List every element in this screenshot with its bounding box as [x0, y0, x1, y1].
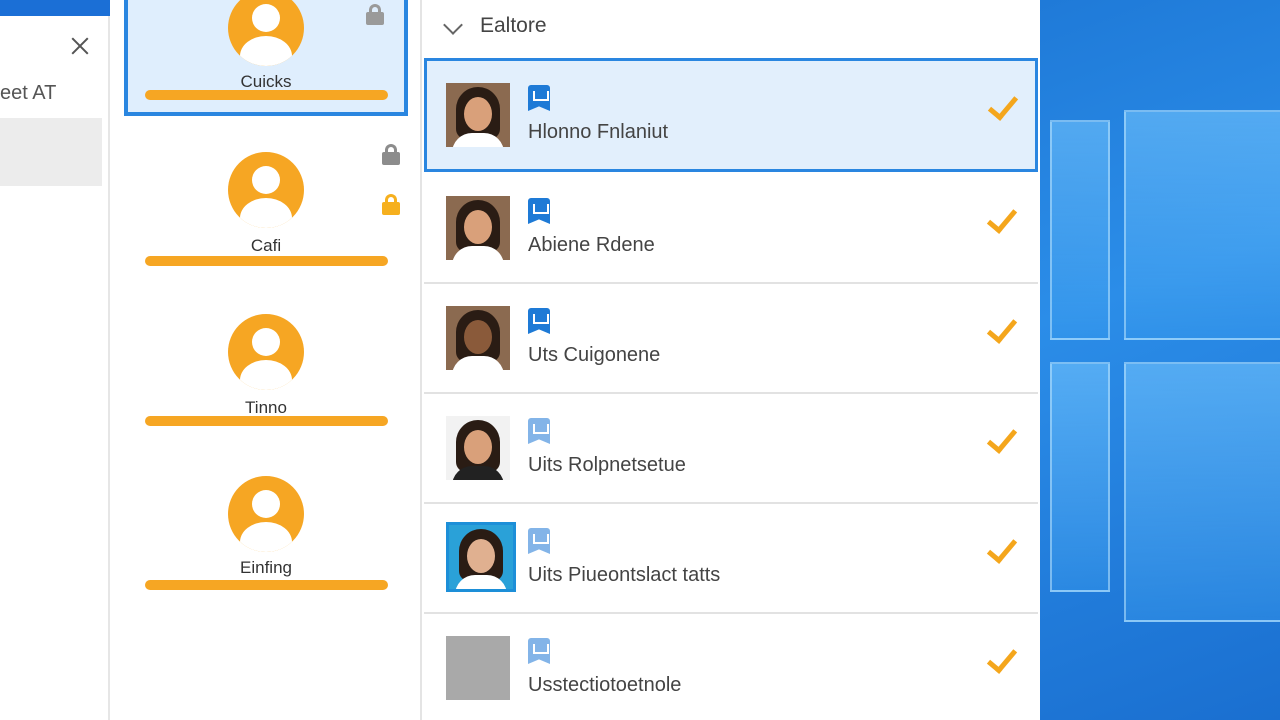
account-progress-bar — [145, 580, 388, 590]
contact-photo — [446, 416, 510, 480]
account-tile[interactable]: Einfing — [124, 476, 408, 596]
contact-name: Uits Piueontslact tatts — [528, 564, 721, 586]
default-avatar-icon — [228, 314, 304, 390]
contact-photo — [446, 196, 510, 260]
checkmark-icon — [987, 89, 1019, 121]
placeholder-photo — [446, 636, 510, 700]
checkmark-icon — [986, 422, 1018, 454]
account-progress-bar — [145, 416, 388, 426]
account-tile[interactable]: Tinno — [124, 314, 408, 434]
contact-list-panel: Ealtore Hlonno Fnlaniut Abiene Rdene Uts… — [422, 0, 1040, 720]
wallpaper-window-pane — [1124, 362, 1280, 622]
lock-icon — [366, 4, 384, 25]
list-item[interactable]: Usstectiotoetnole — [424, 614, 1038, 720]
account-badge-icon — [528, 198, 550, 224]
contact-name: Uits Rolpnetsetue — [528, 454, 686, 476]
contact-photo — [446, 522, 516, 592]
contact-photo — [446, 83, 510, 147]
account-badge-icon — [528, 85, 550, 111]
left-title-bar — [0, 0, 110, 16]
account-tile[interactable]: Cafi — [124, 144, 408, 272]
wallpaper-window-pane — [1124, 110, 1280, 340]
list-item[interactable]: Uts Cuigonene — [424, 284, 1038, 394]
list-title: Ealtore — [480, 14, 547, 37]
account-name: Tinno — [245, 398, 287, 417]
account-badge-icon — [528, 638, 550, 664]
chevron-down-icon — [443, 15, 463, 35]
list-item[interactable]: Uits Piueontslact tatts — [424, 504, 1038, 614]
contact-name: Uts Cuigonene — [528, 344, 661, 366]
desktop-wallpaper — [1040, 0, 1280, 720]
left-panel-label: eet AT — [0, 82, 57, 104]
contact-name: Usstectiotoetnole — [528, 674, 682, 696]
account-name: Einfing — [240, 558, 292, 577]
contact-name: Abiene Rdene — [528, 234, 655, 256]
default-avatar-icon — [228, 0, 304, 66]
list-item[interactable]: Hlonno Fnlaniut — [424, 58, 1038, 172]
contact-photo — [446, 306, 510, 370]
account-badge-icon — [528, 418, 550, 444]
list-item[interactable]: Abiene Rdene — [424, 174, 1038, 284]
lock-icon — [382, 144, 400, 165]
close-button[interactable] — [66, 32, 96, 62]
default-avatar-icon — [228, 476, 304, 552]
account-progress-bar — [145, 90, 388, 100]
account-name: Cuicks — [240, 72, 292, 91]
checkmark-icon — [986, 642, 1018, 674]
account-name: Cafi — [250, 236, 282, 255]
list-header[interactable]: Ealtore — [422, 0, 1040, 56]
default-avatar-icon — [228, 152, 304, 228]
wallpaper-window-pane — [1050, 120, 1110, 340]
checkmark-icon — [986, 312, 1018, 344]
lock-icon — [382, 194, 400, 215]
wallpaper-window-pane — [1050, 362, 1110, 592]
account-column: Cuicks Cafi Tinno Einfing — [110, 0, 422, 720]
checkmark-icon — [986, 532, 1018, 564]
checkmark-icon — [986, 202, 1018, 234]
left-panel: eet AT — [0, 0, 110, 720]
account-badge-icon — [528, 528, 550, 554]
account-badge-icon — [528, 308, 550, 334]
list-item[interactable]: Uits Rolpnetsetue — [424, 394, 1038, 504]
left-panel-item[interactable] — [0, 118, 102, 186]
account-progress-bar — [145, 256, 388, 266]
account-tile[interactable]: Cuicks — [124, 0, 408, 116]
contact-name: Hlonno Fnlaniut — [528, 121, 669, 143]
